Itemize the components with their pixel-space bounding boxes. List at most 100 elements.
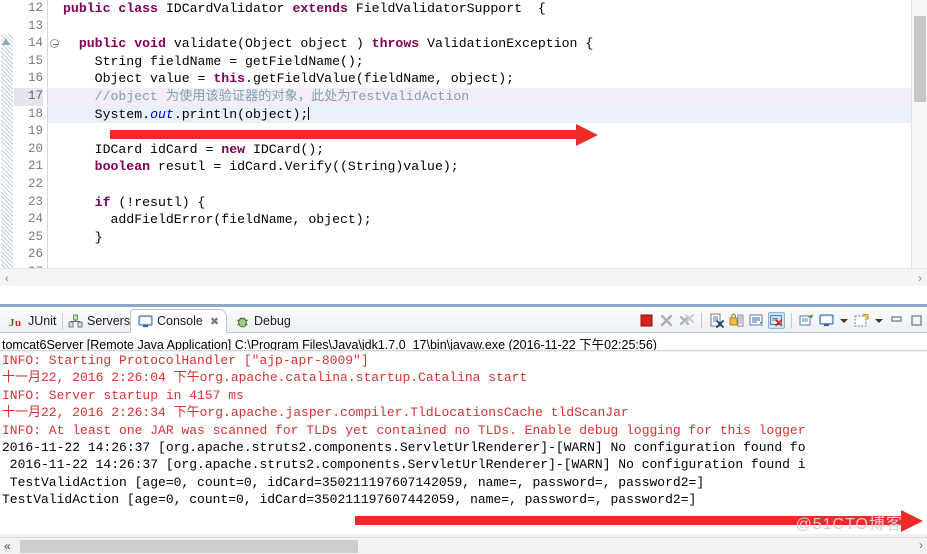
code-token-kw: extends bbox=[292, 1, 356, 16]
line-number-23: 23 bbox=[27, 194, 43, 209]
console-tab-bar: J u JUnit Servers Console ✖ Debug bbox=[0, 307, 927, 333]
editor-code-area[interactable]: public class IDCardValidator extends Fie… bbox=[63, 0, 909, 286]
clear-console-icon[interactable] bbox=[708, 312, 725, 329]
scroll-left-icon[interactable]: ‹ bbox=[5, 271, 9, 285]
chevron-down-icon[interactable] bbox=[840, 318, 848, 323]
tab-console-label: Console bbox=[157, 314, 203, 328]
word-wrap-icon[interactable] bbox=[748, 312, 765, 329]
show-console-output-icon[interactable] bbox=[798, 312, 815, 329]
editor-folding-ruler[interactable] bbox=[48, 0, 62, 286]
code-line-23[interactable]: if (!resutl) { bbox=[63, 194, 909, 212]
editor-vertical-scrollbar[interactable]: ⌄ bbox=[911, 0, 927, 286]
line-number-12: 12 bbox=[27, 1, 43, 15]
line-number-17: 17 bbox=[14, 87, 43, 106]
console-horizontal-scroll-thumb[interactable] bbox=[20, 540, 358, 553]
remove-launch-icon[interactable] bbox=[658, 312, 675, 329]
tab-junit-label: JUnit bbox=[28, 314, 57, 328]
code-token-kw: new bbox=[221, 141, 253, 157]
remove-all-launches-icon[interactable] bbox=[678, 312, 695, 329]
override-indicator-icon[interactable] bbox=[2, 38, 10, 45]
code-token-p: } bbox=[94, 229, 103, 245]
code-line-14[interactable]: public void validate(Object object ) thr… bbox=[63, 35, 909, 53]
code-line-20[interactable]: IDCard idCard = new IDCard(); bbox=[63, 141, 909, 159]
code-token-kw: public bbox=[78, 36, 135, 52]
java-source-editor[interactable]: 12131415161718192021222324252627 public … bbox=[0, 0, 927, 286]
line-number-24: 24 bbox=[27, 212, 43, 227]
console-horizontal-scrollbar[interactable]: « › bbox=[0, 537, 927, 554]
code-line-22[interactable] bbox=[63, 176, 909, 194]
code-line-15[interactable]: String fieldName = getFieldName(); bbox=[63, 53, 909, 71]
maximize-icon[interactable] bbox=[908, 312, 925, 329]
tab-junit[interactable]: J u JUnit bbox=[2, 309, 64, 333]
code-line-21[interactable]: boolean resutl = idCard.Verify((String)v… bbox=[63, 158, 909, 176]
scroll-left-icon[interactable]: « bbox=[4, 539, 11, 553]
editor-vertical-scroll-thumb[interactable] bbox=[914, 16, 926, 102]
code-token-p: IDCardValidator bbox=[165, 1, 293, 16]
tab-debug[interactable]: Debug bbox=[228, 309, 298, 333]
console-output-area[interactable]: INFO: Starting ProtocolHandler ["ajp-apr… bbox=[0, 352, 927, 534]
code-token-kw: this bbox=[213, 71, 246, 87]
junit-icon: J u bbox=[9, 314, 24, 329]
code-token-kw: class bbox=[118, 1, 166, 16]
editor-horizontal-scrollbar[interactable]: ‹ › bbox=[0, 268, 927, 286]
code-line-12[interactable]: public class IDCardValidator extends Fie… bbox=[63, 0, 909, 18]
code-line-25[interactable]: } bbox=[63, 229, 909, 247]
code-line-16[interactable]: Object value = this.getFieldValue(fieldN… bbox=[63, 70, 909, 88]
code-token-kw: boolean bbox=[94, 159, 158, 175]
code-fold-collapse-icon[interactable] bbox=[50, 39, 59, 48]
console-icon bbox=[138, 314, 153, 329]
toolbar-divider bbox=[791, 313, 792, 328]
code-token-p: Object value = bbox=[94, 71, 214, 87]
code-line-24[interactable]: addFieldError(fieldName, object); bbox=[63, 211, 909, 229]
code-token-p: System. bbox=[94, 106, 151, 122]
text-caret bbox=[308, 106, 310, 120]
code-token-p: validate(Object object ) bbox=[173, 36, 372, 52]
line-number-19: 19 bbox=[27, 124, 43, 139]
code-token-p: .println(object); bbox=[173, 106, 309, 122]
code-token-kw: public bbox=[63, 1, 119, 16]
console-line-5: 2016-11-22 14:26:37 [org.apache.struts2.… bbox=[2, 439, 806, 455]
console-line-1: 十一月22, 2016 2:26:04 下午org.apache.catalin… bbox=[2, 370, 528, 386]
open-console-icon[interactable] bbox=[853, 312, 870, 329]
servers-icon bbox=[68, 314, 83, 329]
tab-servers[interactable]: Servers bbox=[61, 309, 138, 333]
line-number-16: 16 bbox=[27, 71, 43, 86]
line-number-20: 20 bbox=[27, 141, 43, 156]
toolbar-divider bbox=[701, 313, 702, 328]
line-number-13: 13 bbox=[27, 18, 43, 33]
code-line-17[interactable]: //object 为使用该验证器的对象，此处为TestValidAction bbox=[63, 88, 909, 106]
code-token-p: resutl = idCard.Verify((String)value); bbox=[157, 159, 459, 175]
code-line-18[interactable]: System.out.println(object); bbox=[63, 105, 909, 124]
code-line-19[interactable] bbox=[63, 123, 909, 141]
chevron-down-icon[interactable] bbox=[875, 318, 883, 323]
display-selected-console-icon[interactable] bbox=[818, 312, 835, 329]
code-token-p: addFieldError(fieldName, object); bbox=[110, 212, 372, 228]
terminate-stop-icon[interactable] bbox=[638, 312, 655, 329]
console-line-4: INFO: At least one JAR was scanned for T… bbox=[2, 422, 806, 438]
console-line-3: 十一月22, 2016 2:26:34 下午org.apache.jasper.… bbox=[2, 405, 629, 421]
tab-debug-label: Debug bbox=[254, 314, 291, 328]
code-token-p: IDCard(); bbox=[252, 141, 325, 157]
pin-console-icon[interactable] bbox=[768, 312, 785, 329]
code-token-p: IDCard idCard = bbox=[94, 141, 222, 157]
svg-text:u: u bbox=[15, 317, 21, 329]
tab-console[interactable]: Console ✖ bbox=[130, 309, 228, 333]
minimize-icon[interactable] bbox=[888, 312, 905, 329]
scroll-lock-icon[interactable] bbox=[728, 312, 745, 329]
scroll-right-icon[interactable]: › bbox=[918, 271, 922, 285]
console-line-2: INFO: Server startup in 4157 ms bbox=[2, 387, 244, 403]
close-icon[interactable]: ✖ bbox=[210, 315, 219, 328]
scroll-right-icon[interactable]: › bbox=[919, 538, 923, 552]
code-line-26[interactable] bbox=[63, 246, 909, 264]
console-line-6: 2016-11-22 14:26:37 [org.apache.struts2.… bbox=[2, 457, 806, 473]
editor-annotation-ruler[interactable] bbox=[0, 0, 14, 286]
code-token-p: FieldValidatorSupport { bbox=[355, 1, 546, 16]
line-number-22: 22 bbox=[27, 176, 43, 191]
code-line-13[interactable] bbox=[63, 18, 909, 36]
line-number-15: 15 bbox=[27, 53, 43, 68]
